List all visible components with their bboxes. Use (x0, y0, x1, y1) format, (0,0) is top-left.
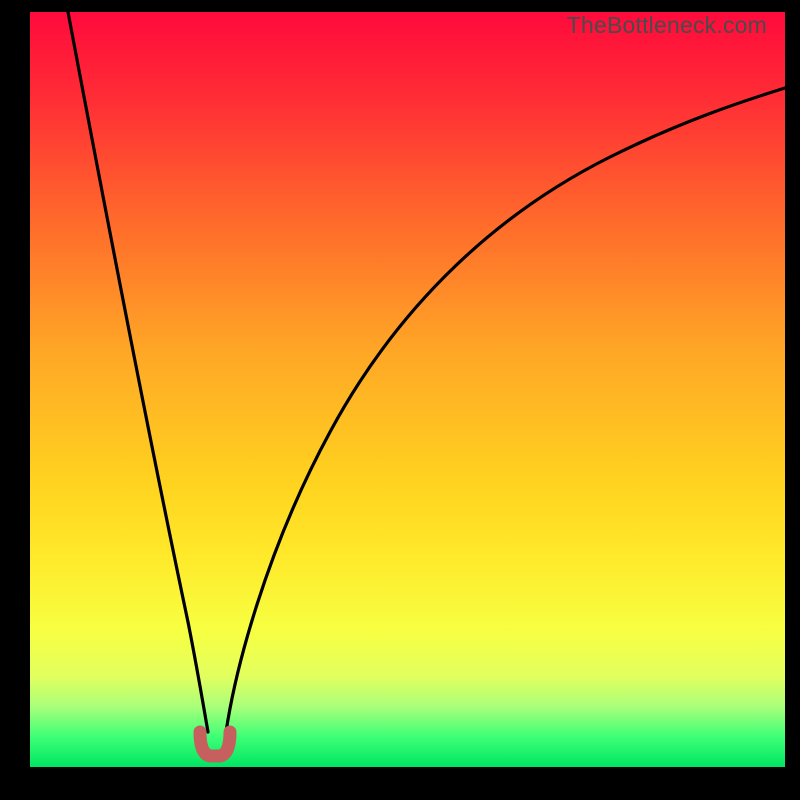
bottleneck-curve-left (68, 12, 208, 732)
curve-layer (30, 12, 785, 767)
watermark-text: TheBottleneck.com (567, 12, 767, 39)
optimal-marker (200, 732, 230, 756)
chart-area: TheBottleneck.com (30, 12, 785, 767)
bottleneck-curve-right (226, 88, 785, 732)
